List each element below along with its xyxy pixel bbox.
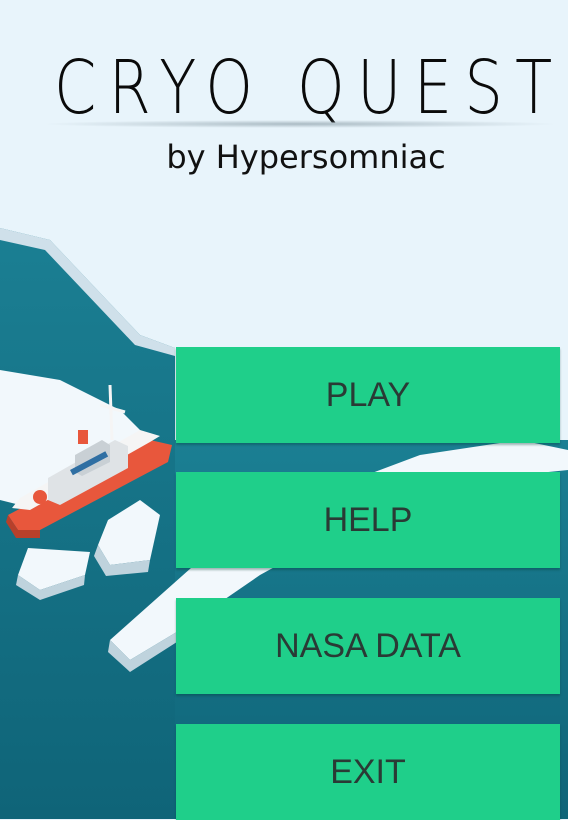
play-button[interactable]: PLAY (176, 347, 560, 443)
developer-credit: by Hypersomniac (166, 138, 446, 176)
nasa-data-button[interactable]: NASA DATA (176, 598, 560, 694)
exit-button[interactable]: EXIT (176, 724, 560, 820)
title-underline (40, 120, 560, 128)
game-title: CRYO QUEST (54, 45, 565, 131)
help-button[interactable]: HELP (176, 472, 560, 568)
